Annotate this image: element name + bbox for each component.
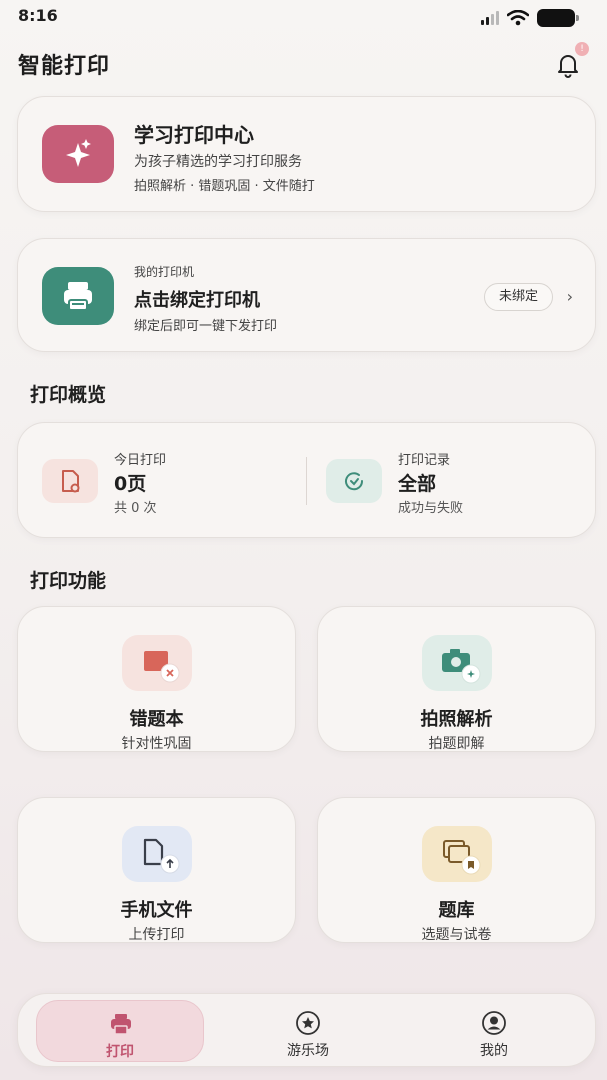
overview-divider xyxy=(306,457,307,505)
today-print-label: 今日打印 xyxy=(114,453,167,468)
battery-icon xyxy=(537,9,579,27)
printer-subtitle: 绑定后即可一键下发打印 xyxy=(134,319,278,334)
photo-analysis-card[interactable]: 拍照解析 拍题即解 xyxy=(317,606,596,752)
today-print-count: 共 0 次 xyxy=(114,501,157,516)
notification-bell-button[interactable]: ! xyxy=(553,42,589,80)
wrong-book-icon xyxy=(122,635,192,691)
question-bank-card[interactable]: 题库 选题与试卷 xyxy=(317,797,596,943)
hero-title: 学习打印中心 xyxy=(134,123,254,147)
printer-icon xyxy=(42,267,114,325)
phone-file-subtitle: 上传打印 xyxy=(128,927,185,943)
upload-file-icon xyxy=(122,826,192,882)
tab-print-label: 打印 xyxy=(106,1044,134,1060)
wrong-book-subtitle: 针对性巩固 xyxy=(121,736,192,752)
tab-me-label: 我的 xyxy=(480,1043,508,1059)
camera-icon xyxy=(422,635,492,691)
hero-subtitle: 为孩子精选的学习打印服务 xyxy=(134,154,302,170)
wrong-book-card[interactable]: 错题本 针对性巩固 xyxy=(17,606,296,752)
print-records-button[interactable]: 打印记录 全部 成功与失败 xyxy=(318,423,597,539)
today-print-value: 0页 xyxy=(114,473,147,495)
bottom-tab-bar: 打印 游乐场 我的 xyxy=(17,993,596,1067)
features-section-title: 打印功能 xyxy=(30,570,107,592)
learning-print-center-card[interactable]: 学习打印中心 为孩子精选的学习打印服务 拍照解析 · 错题巩固 · 文件随打 xyxy=(17,96,596,212)
status-bar: 8:16 xyxy=(0,0,607,38)
page-title: 智能打印 xyxy=(18,54,111,79)
tab-playground[interactable]: 游乐场 xyxy=(224,1000,392,1062)
tab-playground-label: 游乐场 xyxy=(287,1043,329,1059)
phone-file-title: 手机文件 xyxy=(120,900,193,921)
header: 智能打印 ! xyxy=(18,42,589,82)
my-printer-card[interactable]: 我的打印机 点击绑定打印机 绑定后即可一键下发打印 未绑定 › xyxy=(17,238,596,352)
printer-icon xyxy=(111,1014,131,1035)
print-records-value: 全部 xyxy=(398,473,437,495)
print-overview-card: 今日打印 0页 共 0 次 打印记录 全部 成功与失败 xyxy=(17,422,596,538)
signal-icon xyxy=(481,11,499,25)
photo-analysis-title: 拍照解析 xyxy=(420,709,493,730)
history-icon xyxy=(326,459,382,503)
photo-analysis-subtitle: 拍题即解 xyxy=(428,736,485,752)
wrong-book-title: 错题本 xyxy=(129,709,184,730)
printer-title: 点击绑定打印机 xyxy=(134,290,260,311)
print-records-sub: 成功与失败 xyxy=(398,501,464,516)
print-records-label: 打印记录 xyxy=(398,453,451,468)
overview-section-title: 打印概览 xyxy=(30,384,107,406)
question-bank-icon xyxy=(422,826,492,882)
phone-file-card[interactable]: 手机文件 上传打印 xyxy=(17,797,296,943)
tab-me[interactable]: 我的 xyxy=(410,1000,578,1062)
sparkle-icon xyxy=(42,125,114,183)
chevron-right-icon: › xyxy=(566,287,573,306)
tab-print[interactable]: 打印 xyxy=(36,1000,204,1062)
wifi-icon xyxy=(507,10,529,26)
status-time: 8:16 xyxy=(18,6,58,25)
star-circle-icon xyxy=(296,1011,320,1035)
status-icons xyxy=(481,9,579,27)
question-bank-title: 题库 xyxy=(438,900,475,921)
document-icon xyxy=(42,459,98,503)
question-bank-subtitle: 选题与试卷 xyxy=(421,927,492,943)
notification-badge: ! xyxy=(575,42,589,56)
hero-tags: 拍照解析 · 错题巩固 · 文件随打 xyxy=(134,179,315,194)
user-icon xyxy=(482,1011,506,1035)
unbound-status-badge: 未绑定 xyxy=(483,283,553,311)
printer-kicker: 我的打印机 xyxy=(134,265,195,279)
